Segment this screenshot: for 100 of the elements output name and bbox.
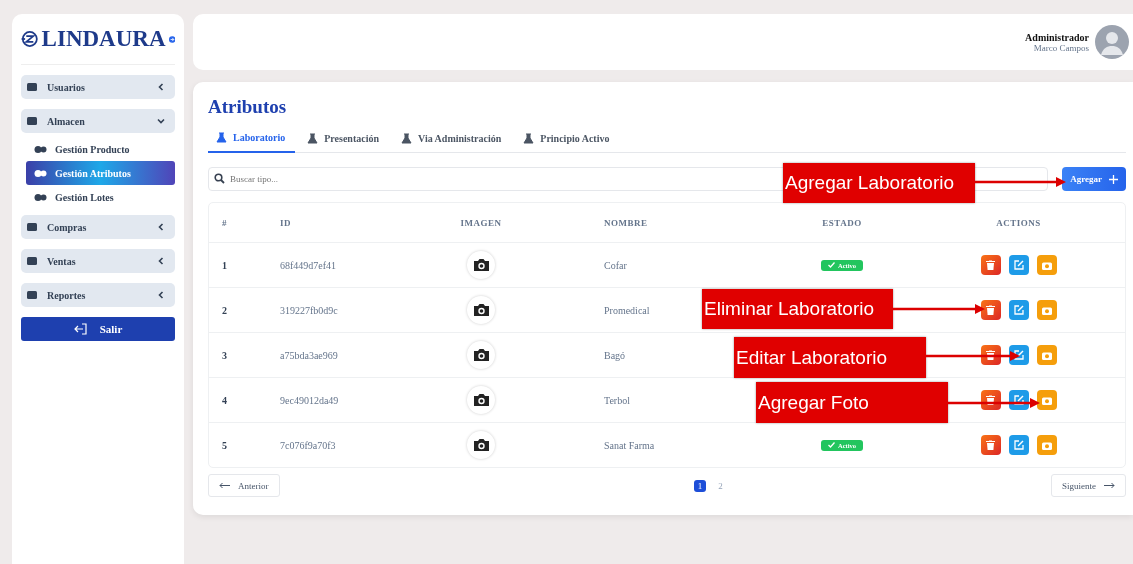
edit-icon — [1013, 305, 1024, 315]
logout-icon — [73, 323, 88, 335]
delete-button[interactable] — [980, 255, 1001, 275]
submenu-item[interactable]: Gestión Producto — [26, 137, 175, 161]
trash-icon — [986, 305, 995, 315]
table-cell-text: 4 — [221, 394, 228, 406]
camera-icon — [1041, 260, 1052, 270]
page-number[interactable]: 1 — [693, 479, 707, 492]
menu-icon — [26, 289, 38, 301]
avatar-icon[interactable] — [1095, 25, 1129, 59]
table-cell-text: Terbol — [603, 394, 631, 406]
menu-item[interactable]: Compras — [21, 215, 175, 239]
photo-button[interactable] — [1036, 345, 1057, 365]
tab-icon — [216, 132, 227, 143]
chevron-left-icon — [156, 290, 166, 300]
photo-button[interactable] — [1036, 390, 1057, 410]
submenu-item[interactable]: Gestión Lotes — [26, 185, 175, 209]
camera-icon — [1041, 305, 1052, 315]
menu-icon — [26, 115, 38, 127]
chevron-left-icon — [156, 82, 166, 92]
column-header: ACTIONS — [995, 217, 1042, 228]
search-icon — [214, 173, 225, 184]
user-role: Administrador — [1025, 31, 1089, 43]
add-button[interactable]: Agregar — [1062, 167, 1126, 191]
page-title: Atributos — [208, 96, 288, 118]
menu-item[interactable]: Ventas — [21, 249, 175, 273]
table-cell-text: 68f449d7ef41 — [279, 259, 338, 271]
delete-button[interactable] — [980, 345, 1001, 365]
plus-icon — [1109, 174, 1118, 184]
logout-button[interactable]: Salir — [21, 317, 175, 341]
menu-item[interactable]: Usuarios — [21, 75, 175, 99]
menu-icon — [26, 81, 38, 93]
tab[interactable]: Principio Activo — [515, 126, 620, 152]
table-cell-text: Bagó — [603, 349, 627, 361]
menu-icon — [34, 191, 47, 203]
menu-item[interactable]: Reportes — [21, 283, 175, 307]
column-header: # — [221, 217, 228, 228]
table-cell-text: 3 — [221, 349, 228, 361]
table-cell-text: 319227fb0d9c — [279, 304, 339, 316]
chevron-left-icon — [156, 222, 166, 232]
menu-icon — [34, 167, 47, 179]
menu-icon — [26, 221, 38, 233]
photo-button[interactable] — [1036, 435, 1057, 455]
table-cell-text: 9ec49012da49 — [279, 394, 340, 406]
trash-icon — [986, 395, 995, 405]
edit-icon — [1013, 440, 1024, 450]
arrow-left-icon — [219, 482, 230, 489]
column-header: ID — [279, 217, 292, 228]
previous-button[interactable]: Anterior — [208, 474, 280, 497]
edit-button[interactable] — [1008, 255, 1029, 275]
chevron-down-icon — [156, 116, 166, 126]
camera-icon — [472, 438, 490, 452]
edit-icon — [1013, 395, 1024, 405]
next-button[interactable]: Siguiente — [1051, 474, 1126, 497]
delete-button[interactable] — [980, 435, 1001, 455]
camera-icon — [1041, 395, 1052, 405]
trash-icon — [986, 260, 995, 270]
table-cell-text: 5 — [221, 439, 228, 451]
callout-label: Agregar Foto — [756, 382, 948, 423]
edit-icon — [1013, 260, 1024, 270]
tab-icon — [523, 132, 535, 144]
column-header: IMAGEN — [459, 217, 503, 228]
trash-icon — [986, 350, 995, 360]
table-cell-text: Sanat Farma — [603, 439, 656, 451]
submenu-item[interactable]: Gestión Atributos — [26, 161, 175, 185]
menu-item[interactable]: Almacen — [21, 109, 175, 133]
tab[interactable]: Presentación — [299, 126, 390, 152]
callout-label: Editar Laboratorio — [734, 337, 926, 378]
menu-icon — [34, 143, 47, 155]
delete-button[interactable] — [980, 390, 1001, 410]
tab-icon — [307, 132, 319, 144]
edit-button[interactable] — [1008, 390, 1029, 410]
logo-text: LINDAURA — [41, 26, 166, 52]
delete-button[interactable] — [980, 300, 1001, 320]
menu-icon — [26, 255, 38, 267]
edit-button[interactable] — [1008, 300, 1029, 320]
camera-icon — [1041, 440, 1052, 450]
chevron-left-icon — [156, 256, 166, 266]
camera-icon — [1041, 350, 1052, 360]
arrow-circle-icon[interactable] — [168, 33, 175, 45]
photo-button[interactable] — [1036, 255, 1057, 275]
camera-icon — [472, 393, 490, 407]
tab-icon — [401, 132, 413, 144]
tab[interactable]: Laboratorio — [208, 126, 296, 153]
table-cell-text: 2 — [221, 304, 228, 316]
table-cell-text: Cofar — [603, 259, 628, 271]
camera-icon — [472, 348, 490, 362]
callout-label: Agregar Laboratorio — [783, 163, 975, 203]
edit-button[interactable] — [1008, 435, 1029, 455]
arrow-right-icon — [1104, 482, 1115, 489]
trash-icon — [986, 440, 995, 450]
user-name: Marco Campos — [1033, 42, 1089, 53]
callout-label: Eliminar Laboratorio — [702, 289, 893, 329]
table-cell-text: 1 — [221, 259, 228, 271]
photo-button[interactable] — [1036, 300, 1057, 320]
table-cell-text: a75bda3ae969 — [279, 349, 339, 361]
tab[interactable]: Via Administración — [393, 126, 512, 152]
table-cell-text: 7c076f9a70f3 — [279, 439, 337, 451]
edit-icon — [1013, 350, 1024, 360]
column-header: NOMBRE — [603, 217, 649, 228]
